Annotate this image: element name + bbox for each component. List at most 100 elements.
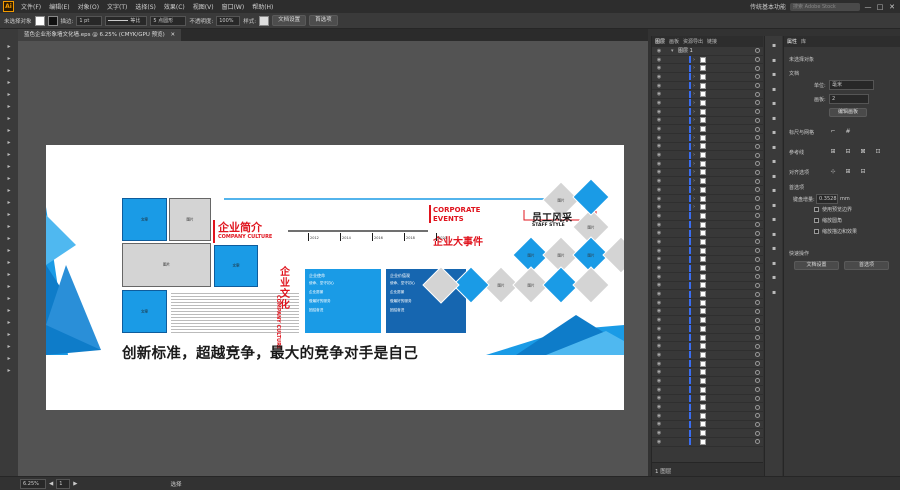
target-icon[interactable] [755,152,760,158]
symbols-icon[interactable]: ▪ [770,100,778,107]
pencil-icon[interactable]: ▸ [5,163,13,171]
target-icon[interactable] [755,239,760,245]
layer-row[interactable]: ◉ [652,255,763,265]
snap-point-icon[interactable]: ⊹ [829,168,837,175]
target-icon[interactable] [755,100,760,106]
zoom-icon[interactable]: ▸ [5,367,13,375]
eye-icon[interactable]: ◉ [655,239,663,245]
brushes-icon[interactable]: ▪ [770,86,778,93]
gradient-icon[interactable]: ▪ [770,202,778,209]
blend-icon[interactable]: ▸ [5,295,13,303]
menu-effect[interactable]: 效果(C) [160,2,189,11]
layer-row[interactable]: ◉ [652,368,763,378]
expand-icon[interactable]: › [693,169,698,175]
rotate-icon[interactable]: ▸ [5,187,13,195]
brush-select[interactable]: 5 点圆形 [150,15,187,26]
layer-row[interactable]: ◉ [652,429,763,438]
layer-row[interactable]: ◉ [652,307,763,317]
pathfinder-icon[interactable]: ▪ [770,173,778,180]
grid-icon[interactable]: # [844,128,852,135]
next-artboard-icon[interactable]: ▶ [73,481,77,487]
scale-corners-checkbox[interactable] [814,218,819,223]
target-icon[interactable] [755,213,760,219]
layer-row[interactable]: ◉ [652,351,763,360]
expand-icon[interactable]: › [693,135,698,141]
layer-row[interactable]: ◉ [652,221,763,230]
tab-asset-export[interactable]: 资源导出 [683,38,703,45]
stroke-swatch[interactable] [47,15,58,26]
eye-icon[interactable]: ◉ [655,143,663,149]
eye-icon[interactable]: ◉ [655,343,663,349]
graph-icon[interactable]: ▸ [5,319,13,327]
edit-artboard-button[interactable]: 编辑画板 [829,108,867,117]
target-icon[interactable] [755,308,760,314]
snap-glyph-icon[interactable]: ⊟ [859,168,867,175]
target-icon[interactable] [755,126,760,132]
gradient-icon[interactable]: ▸ [5,271,13,279]
eye-icon[interactable]: ◉ [655,352,663,358]
mesh-icon[interactable]: ▸ [5,259,13,267]
close-window-button[interactable]: ✕ [888,3,896,11]
target-icon[interactable] [755,326,760,332]
target-icon[interactable] [755,83,760,89]
pen-icon[interactable]: ▸ [5,91,13,99]
layer-row[interactable]: ◉ [652,360,763,369]
appearance-icon[interactable]: ▪ [770,129,778,136]
layer-row[interactable]: ◉ [652,281,763,291]
target-icon[interactable] [755,421,760,427]
eye-icon[interactable]: ◉ [655,152,663,158]
stroke-profile-select[interactable]: 等比 [105,15,148,26]
type-icon[interactable]: ▸ [5,115,13,123]
photo-placeholder[interactable]: 图片 [122,243,211,287]
curvature-icon[interactable]: ▸ [5,103,13,111]
target-icon[interactable] [755,282,760,288]
eye-icon[interactable]: ◉ [655,335,663,341]
target-icon[interactable] [755,439,760,445]
tab-libraries[interactable]: 库 [801,38,806,45]
expand-layer-icon[interactable]: ▾ [671,48,676,54]
expand-icon[interactable]: › [693,204,698,210]
minimize-button[interactable]: — [864,3,872,11]
tab-links[interactable]: 链接 [707,38,717,45]
target-icon[interactable] [755,204,760,210]
eye-icon[interactable]: ◉ [655,439,663,445]
eye-icon[interactable]: ◉ [655,395,663,401]
expand-icon[interactable]: › [693,91,698,97]
lasso-icon[interactable]: ▸ [5,79,13,87]
layer-row[interactable]: ◉ [652,325,763,334]
layer-row[interactable]: ◉ [652,290,763,299]
expand-icon[interactable]: › [693,161,698,167]
expand-icon[interactable]: › [693,83,698,89]
width-icon[interactable]: ▸ [5,211,13,219]
artboard-icon[interactable]: ▸ [5,331,13,339]
layer-row[interactable]: ◉ [652,247,763,256]
eye-icon[interactable]: ◉ [655,378,663,384]
layer-row[interactable]: ◉ › [652,142,763,152]
target-icon[interactable] [755,361,760,367]
eye-icon[interactable]: ◉ [655,83,663,89]
artboard[interactable]: 图片 图片 图片 图片 图片 图片 图片 文案 图片 图片 文案 文案 企业简介 COMPA… [46,145,624,410]
target-icon[interactable] [755,196,760,202]
layers-icon[interactable]: ▪ [770,245,778,252]
target-icon[interactable] [755,369,760,375]
preview-bounds-checkbox[interactable] [814,207,819,212]
expand-icon[interactable]: › [693,109,698,115]
tab-artboards[interactable]: 画板 [669,38,679,45]
rect-icon[interactable]: ▸ [5,139,13,147]
swatches-icon[interactable]: ▪ [770,71,778,78]
eye-icon[interactable]: ◉ [655,74,663,80]
layer-row[interactable]: ◉ › [652,116,763,126]
expand-icon[interactable]: › [693,178,698,184]
eye-icon[interactable]: ◉ [655,135,663,141]
eye-icon[interactable]: ◉ [655,317,663,323]
menu-view[interactable]: 视图(V) [189,2,218,11]
layer-row[interactable]: ◉ [652,420,763,430]
target-icon[interactable] [755,135,760,141]
maximize-button[interactable]: □ [876,3,884,11]
eye-icon[interactable]: ◉ [655,361,663,367]
menu-help[interactable]: 帮助(H) [248,2,277,11]
eye-icon[interactable]: ◉ [655,413,663,419]
eraser-icon[interactable]: ▸ [5,175,13,183]
scale-icon[interactable]: ▸ [5,199,13,207]
eye-icon[interactable]: ◉ [655,48,663,54]
